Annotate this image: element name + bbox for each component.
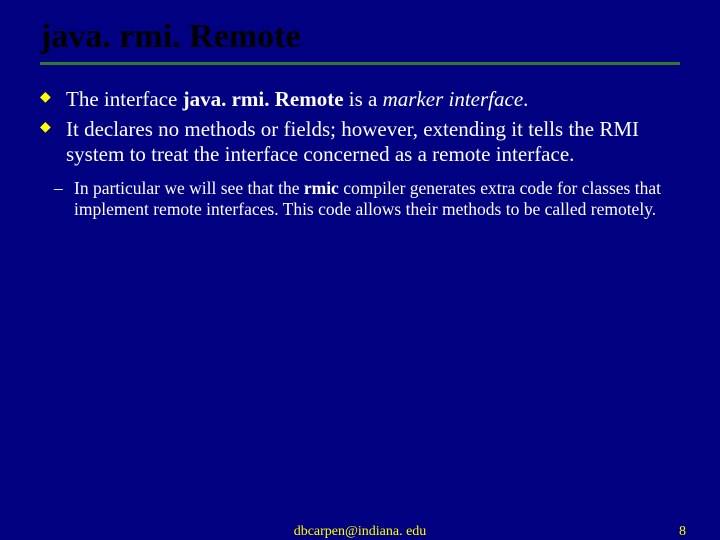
title-underline <box>40 62 680 65</box>
footer-email: dbcarpen@indiana. edu <box>0 524 720 540</box>
bold-text: rmic <box>304 178 339 198</box>
text: The interface <box>66 87 183 111</box>
slide: java. rmi. Remote The interface java. rm… <box>0 0 720 540</box>
text: is a <box>344 87 383 111</box>
sub-bullet-list: In particular we will see that the rmic … <box>40 178 680 221</box>
bold-text: java. rmi. Remote <box>183 87 344 111</box>
slide-title: java. rmi. Remote <box>40 18 680 62</box>
text: . <box>523 87 528 111</box>
text: In particular we will see that the <box>74 178 304 198</box>
sub-bullet-item: In particular we will see that the rmic … <box>74 178 680 221</box>
italic-text: marker interface <box>383 87 524 111</box>
bullet-list: The interface java. rmi. Remote is a mar… <box>40 87 680 168</box>
page-number: 8 <box>679 524 686 540</box>
text: It declares no methods or fields; howeve… <box>66 117 639 167</box>
bullet-item: It declares no methods or fields; howeve… <box>66 117 680 168</box>
bullet-item: The interface java. rmi. Remote is a mar… <box>66 87 680 113</box>
